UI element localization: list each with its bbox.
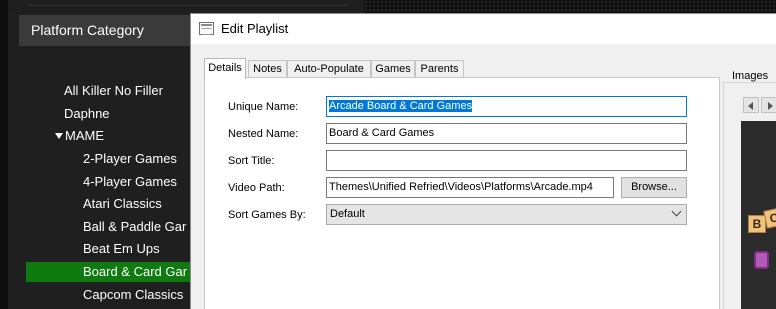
tab-games[interactable]: Games [371, 60, 415, 78]
screen: Platform Category All Killer No Filler D… [0, 0, 776, 309]
nested-name-label: Nested Name: [228, 128, 299, 140]
tree-item-4-player-games[interactable]: 4-Player Games [83, 172, 177, 192]
video-path-label: Video Path: [228, 182, 285, 194]
playlist-window-icon [199, 22, 214, 35]
unique-name-input[interactable]: Arcade Board & Card Games [326, 96, 687, 117]
tree-item-all-killer-no-filler[interactable]: All Killer No Filler [64, 81, 163, 101]
unique-name-label: Unique Name: [228, 101, 299, 113]
tab-auto-populate[interactable]: Auto-Populate [287, 60, 371, 78]
dialog-title: Edit Playlist [221, 21, 289, 36]
tab-details[interactable]: Details [204, 58, 246, 79]
tree-item-daphne[interactable]: Daphne [64, 104, 110, 124]
sort-games-by-label: Sort Games By: [228, 209, 306, 221]
expand-arrow-icon[interactable] [55, 132, 63, 139]
purple-game-icon [754, 251, 769, 269]
sort-title-input[interactable] [326, 150, 687, 171]
nested-name-input[interactable]: Board & Card Games [326, 123, 687, 144]
tree-item-atari-classics[interactable]: Atari Classics [83, 194, 162, 214]
sort-games-by-value: Default [330, 208, 365, 220]
image-prev-button[interactable] [743, 97, 759, 113]
preview-tile-b: B [748, 215, 766, 233]
window-edge [0, 0, 8, 309]
tree-item-ball-paddle-games[interactable]: Ball & Paddle Gar [83, 217, 186, 237]
sort-title-label: Sort Title: [228, 155, 275, 167]
sort-games-by-select[interactable]: Default [326, 204, 687, 225]
edit-playlist-dialog: Edit Playlist Details Notes Auto-Populat… [190, 13, 776, 309]
platform-category-header[interactable]: Platform Category [19, 15, 194, 46]
tree-item-capcom-classics[interactable]: Capcom Classics [83, 285, 183, 305]
browse-button[interactable]: Browse... [621, 177, 687, 198]
platform-category-title: Platform Category [31, 22, 144, 38]
image-preview[interactable]: B C [741, 121, 776, 309]
video-path-input[interactable]: Themes\Unified Refried\Videos\Platforms\… [326, 177, 614, 198]
dialog-title-bar[interactable]: Edit Playlist [191, 14, 776, 44]
image-next-button[interactable] [761, 97, 776, 113]
tree-item-2-player-games[interactable]: 2-Player Games [83, 149, 177, 169]
tree-item-board-card-games[interactable]: Board & Card Gar [26, 262, 190, 282]
tree-item-mame-label: MAME [65, 128, 104, 143]
tab-notes[interactable]: Notes [248, 60, 287, 78]
unique-name-value: Arcade Board & Card Games [329, 100, 473, 112]
chevron-down-icon [671, 206, 682, 217]
tree-item-beat-em-ups[interactable]: Beat Em Ups [83, 239, 160, 259]
images-label: Images [730, 70, 771, 82]
arrow-left-icon [748, 102, 753, 110]
arrow-right-icon [768, 102, 773, 110]
tree-item-mame[interactable]: MAME [55, 126, 104, 146]
background-texture [364, 0, 776, 13]
tab-parents[interactable]: Parents [415, 60, 464, 78]
